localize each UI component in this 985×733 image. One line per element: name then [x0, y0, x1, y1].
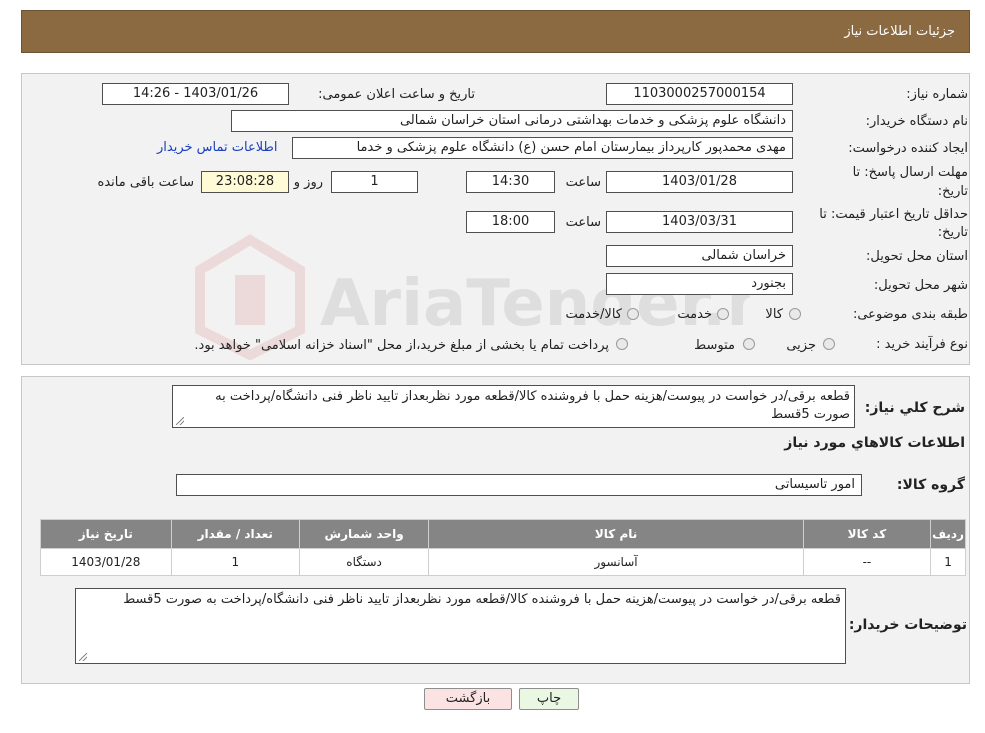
- summary-text: قطعه برقی/در خواست در پیوست/هزینه حمل با…: [215, 389, 850, 422]
- process-radio-medium[interactable]: [743, 338, 755, 350]
- deadline-label: مهلت ارسال پاسخ: تا: [852, 165, 968, 180]
- creator-field[interactable]: مهدی محمدپور کارپرداز بیمارستان امام حسن…: [292, 137, 793, 159]
- announce-label: تاریخ و ساعت اعلان عمومی:: [318, 87, 475, 102]
- resize-handle-icon[interactable]: [79, 653, 87, 661]
- days-field[interactable]: 1: [331, 171, 418, 193]
- validity-time-label: ساعت: [565, 215, 601, 230]
- buyer-notes-label: توضیحات خریدار:: [848, 617, 967, 633]
- col-need-date: تاریخ نیاز: [40, 519, 172, 549]
- buyer-notes-textarea[interactable]: قطعه برقی/در خواست در پیوست/هزینه حمل با…: [75, 588, 846, 664]
- items-table: ردیف کد کالا نام کالا واحد شمارش تعداد /…: [40, 519, 966, 576]
- page-title: جزئیات اطلاعات نیاز: [844, 24, 955, 39]
- process-option-minor: جزیی: [786, 338, 816, 353]
- cell-item-code: --: [802, 548, 932, 576]
- summary-label: شرح کلي نیاز:: [864, 400, 965, 416]
- deadline-label-date: تاریخ:: [937, 184, 968, 199]
- cell-item-name: آسانسور: [428, 548, 804, 576]
- deadline-date-field[interactable]: 1403/01/28: [606, 171, 793, 193]
- print-button[interactable]: چاپ: [519, 688, 579, 710]
- table-row: 1 -- آسانسور دستگاه 1 1403/01/28: [40, 548, 966, 576]
- cell-unit: دستگاه: [298, 548, 430, 576]
- province-label: استان محل تحویل:: [866, 249, 968, 264]
- deadline-time-field[interactable]: 14:30: [466, 171, 555, 193]
- cell-row-number: 1: [930, 548, 966, 576]
- remaining-time-label: ساعت باقی مانده: [97, 175, 194, 190]
- category-option-service: خدمت: [677, 307, 712, 322]
- category-label: طبقه بندی موضوعی:: [852, 307, 968, 322]
- creator-label: ایجاد کننده درخواست:: [848, 141, 968, 156]
- days-label: روز و: [293, 175, 323, 190]
- goods-group-label: گروه کالا:: [896, 477, 965, 493]
- validity-label-date: تاریخ:: [937, 225, 968, 240]
- city-field[interactable]: بجنورد: [606, 273, 793, 295]
- category-radio-goods[interactable]: [789, 308, 801, 320]
- city-label: شهر محل تحویل:: [873, 278, 968, 293]
- process-radio-treasury[interactable]: [616, 338, 628, 350]
- buyer-org-field[interactable]: دانشگاه علوم پزشکی و خدمات بهداشتی درمان…: [231, 110, 793, 132]
- buyer-notes-text: قطعه برقی/در خواست در پیوست/هزینه حمل با…: [123, 592, 841, 607]
- need-number-field[interactable]: 1103000257000154: [606, 83, 793, 105]
- buyer-contact-link[interactable]: اطلاعات تماس خریدار: [157, 140, 277, 155]
- back-button[interactable]: بازگشت: [424, 688, 512, 710]
- category-radio-goods-service[interactable]: [627, 308, 639, 320]
- category-radio-service[interactable]: [717, 308, 729, 320]
- cell-need-date: 1403/01/28: [40, 548, 172, 576]
- col-item-name: نام کالا: [428, 519, 804, 549]
- page-header: جزئیات اطلاعات نیاز: [21, 10, 970, 53]
- validity-time-field[interactable]: 18:00: [466, 211, 555, 233]
- col-quantity: تعداد / مقدار: [170, 519, 300, 549]
- remaining-time-field: 23:08:28: [201, 171, 289, 193]
- items-title: اطلاعات کالاهاي مورد نياز: [784, 435, 965, 451]
- table-header-row: ردیف کد کالا نام کالا واحد شمارش تعداد /…: [40, 519, 966, 549]
- process-note: پرداخت تمام یا بخشی از مبلغ خرید،از محل …: [194, 338, 609, 353]
- col-row-number: ردیف: [930, 519, 966, 549]
- process-option-medium: متوسط: [694, 338, 735, 353]
- col-item-code: کد کالا: [802, 519, 932, 549]
- validity-date-field[interactable]: 1403/03/31: [606, 211, 793, 233]
- buyer-org-label: نام دستگاه خریدار:: [865, 114, 968, 129]
- process-label: نوع فرآیند خرید :: [876, 337, 968, 352]
- goods-group-field[interactable]: امور تاسیساتی: [176, 474, 862, 496]
- cell-quantity: 1: [170, 548, 300, 576]
- province-field[interactable]: خراسان شمالی: [606, 245, 793, 267]
- category-option-goods: کالا: [765, 307, 783, 322]
- summary-textarea[interactable]: قطعه برقی/در خواست در پیوست/هزینه حمل با…: [172, 385, 855, 428]
- process-radio-minor[interactable]: [823, 338, 835, 350]
- announce-field[interactable]: 1403/01/26 - 14:26: [102, 83, 289, 105]
- category-option-goods-service: کالا/خدمت: [565, 307, 622, 322]
- deadline-time-label: ساعت: [565, 175, 601, 190]
- need-number-label: شماره نیاز:: [906, 87, 968, 102]
- validity-label: حداقل تاریخ اعتبار قیمت: تا: [819, 207, 968, 222]
- resize-handle-icon[interactable]: [176, 417, 184, 425]
- col-unit: واحد شمارش: [298, 519, 430, 549]
